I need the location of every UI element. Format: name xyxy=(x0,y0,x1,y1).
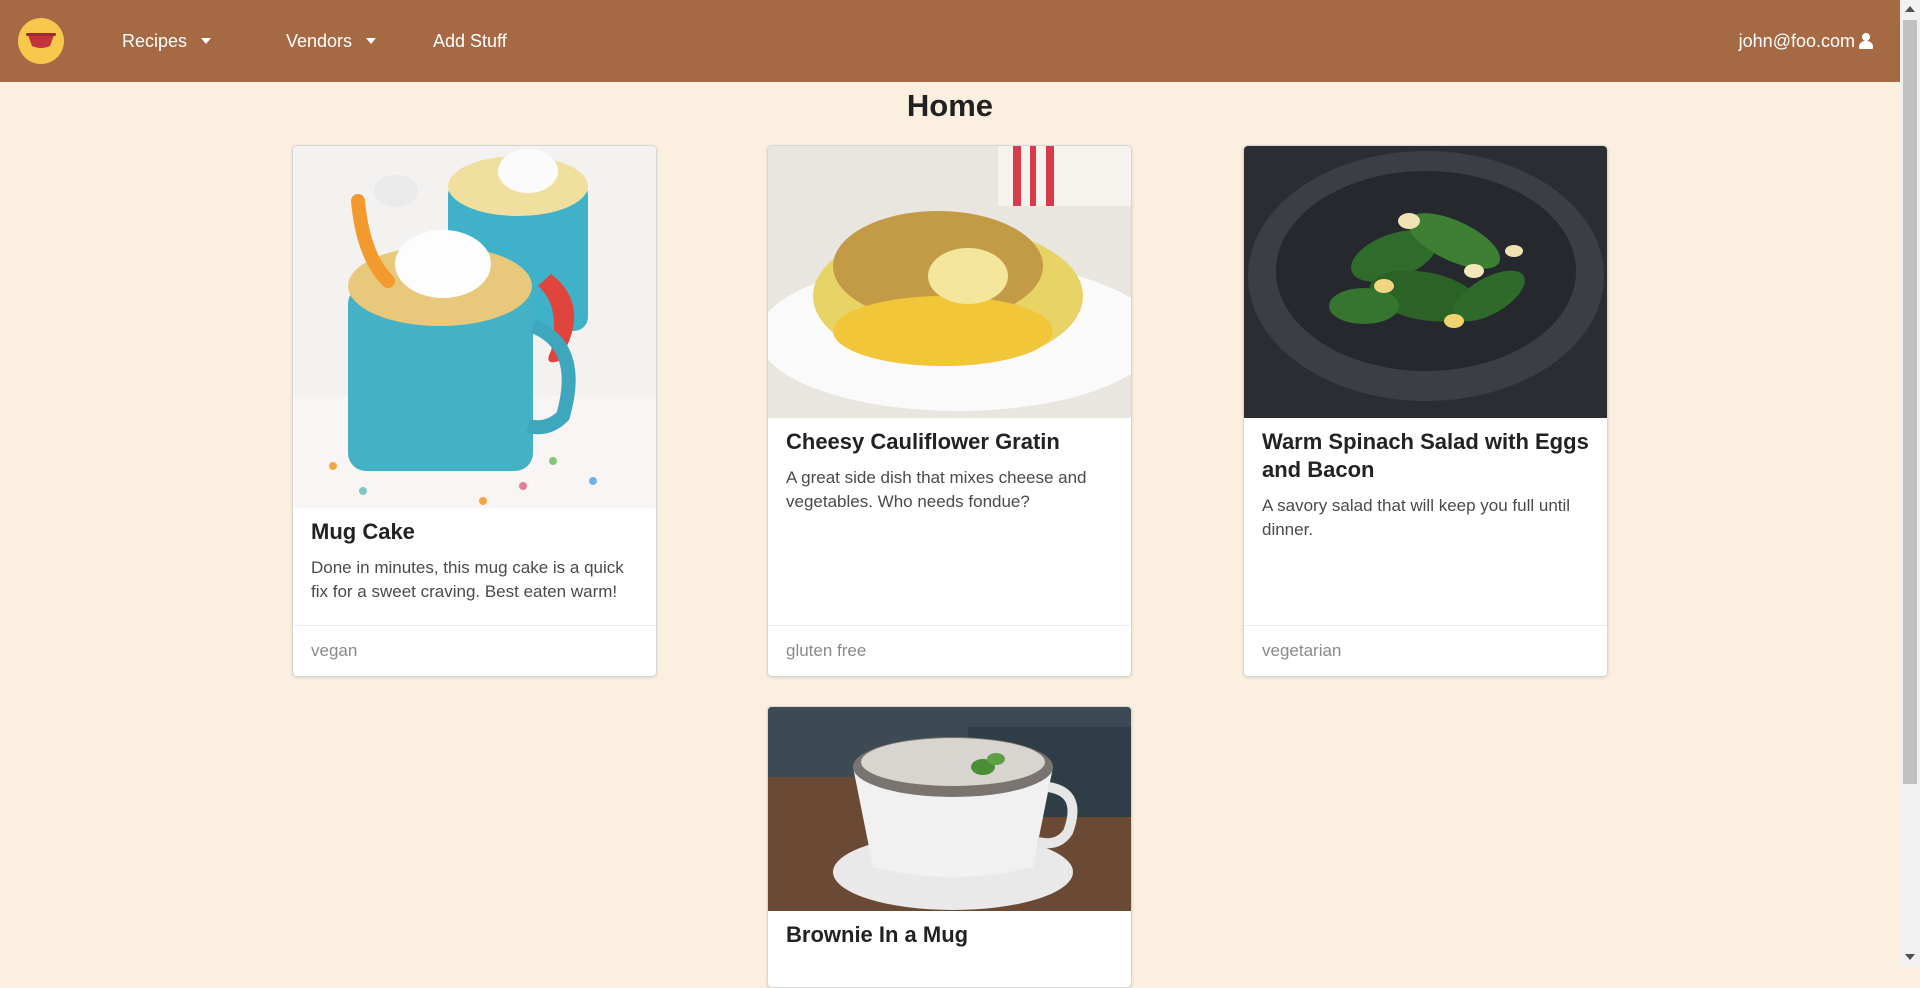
nav-add-stuff-label: Add Stuff xyxy=(433,30,507,51)
bowl-logo-icon[interactable] xyxy=(18,18,64,64)
user-menu[interactable]: john@foo.com xyxy=(1739,0,1873,82)
card-tag: gluten free xyxy=(768,625,1131,676)
nav-recipes-label: Recipes xyxy=(122,30,188,51)
card-title[interactable]: Cheesy Cauliflower Gratin xyxy=(786,428,1113,456)
card-title[interactable]: Mug Cake xyxy=(311,518,638,546)
caret-down-icon xyxy=(201,38,212,44)
top-navbar: Recipes Vendors Add Stuff john@foo.com xyxy=(0,0,1900,82)
card-description: A savory salad that will keep you full u… xyxy=(1262,496,1571,539)
recipe-card[interactable]: Warm Spinach Salad with Eggs and Bacon A… xyxy=(1243,145,1608,677)
user-email: john@foo.com xyxy=(1738,30,1855,51)
card-tag: vegan xyxy=(293,625,656,676)
nav-vendors-label: Vendors xyxy=(286,30,353,51)
nav-vendors-dropdown[interactable]: Vendors xyxy=(286,0,377,82)
card-title[interactable]: Brownie In a Mug xyxy=(786,921,1113,949)
scroll-down-arrow-icon[interactable] xyxy=(1905,954,1915,960)
page-scrollbar[interactable] xyxy=(1900,0,1920,966)
card-tag: vegetarian xyxy=(1244,625,1607,676)
recipe-card[interactable]: Brownie In a Mug xyxy=(767,706,1132,988)
user-icon xyxy=(1859,33,1873,49)
recipe-card[interactable]: Cheesy Cauliflower Gratin A great side d… xyxy=(767,145,1132,677)
card-title[interactable]: Warm Spinach Salad with Eggs and Bacon xyxy=(1262,428,1589,484)
nav-recipes-dropdown[interactable]: Recipes xyxy=(122,0,212,82)
mug-cake-image xyxy=(293,146,656,508)
nav-add-stuff-link[interactable]: Add Stuff xyxy=(433,0,507,82)
caret-down-icon xyxy=(366,38,377,44)
spinach-salad-image xyxy=(1244,146,1607,418)
card-description: Done in minutes, this mug cake is a quic… xyxy=(311,558,624,601)
card-description: A great side dish that mixes cheese and … xyxy=(786,468,1087,511)
scroll-thumb[interactable] xyxy=(1903,20,1917,784)
page-title: Home xyxy=(906,88,994,123)
scroll-up-arrow-icon[interactable] xyxy=(1905,6,1915,12)
brownie-mug-image xyxy=(768,707,1131,911)
cauliflower-gratin-image xyxy=(768,146,1131,418)
recipe-card[interactable]: Mug Cake Done in minutes, this mug cake … xyxy=(292,145,657,677)
